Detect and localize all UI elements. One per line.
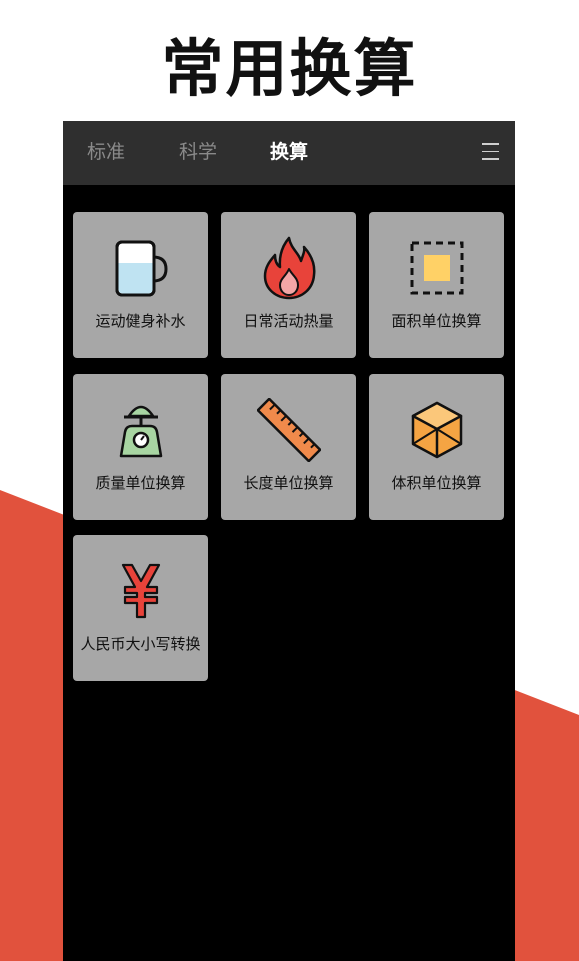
tool-card-area[interactable]: 面积单位换算: [369, 212, 504, 358]
tool-label: 面积单位换算: [391, 312, 482, 330]
tool-card-volume[interactable]: 体积单位换算: [369, 374, 504, 520]
tool-label: 体积单位换算: [391, 474, 482, 492]
hero-title: 常用换算: [161, 32, 418, 105]
ruler-icon: [221, 398, 356, 462]
water-cup-icon: [73, 236, 208, 300]
tab-standard[interactable]: 标准: [87, 121, 125, 185]
tool-card-hydration[interactable]: 运动健身补水: [73, 212, 208, 358]
tab-conversion[interactable]: 换算: [270, 121, 308, 185]
tool-card-rmb-uppercase[interactable]: 人民币大小写转换: [73, 535, 208, 681]
tool-label: 人民币大小写转换: [80, 635, 201, 653]
tool-label: 质量单位换算: [95, 474, 186, 492]
kitchen-scale-icon: [73, 398, 208, 462]
tool-label: 长度单位换算: [243, 474, 334, 492]
area-square-icon: [369, 236, 504, 300]
tool-label: 运动健身补水: [95, 312, 186, 330]
tab-scientific[interactable]: 科学: [179, 121, 217, 185]
cube-icon: [369, 398, 504, 462]
flame-icon: [221, 236, 356, 300]
tool-card-length[interactable]: 长度单位换算: [221, 374, 356, 520]
tool-label: 日常活动热量: [243, 312, 334, 330]
yuan-icon: [73, 559, 208, 623]
hamburger-menu-icon[interactable]: [482, 143, 499, 161]
tool-card-calories[interactable]: 日常活动热量: [221, 212, 356, 358]
top-tab-bar: 标准 科学 换算: [63, 121, 515, 185]
tool-card-mass[interactable]: 质量单位换算: [73, 374, 208, 520]
app-screen: 标准 科学 换算 运动健身补水 日常活动热量 面积单位换算 质量单位换算 长度单…: [63, 121, 515, 961]
